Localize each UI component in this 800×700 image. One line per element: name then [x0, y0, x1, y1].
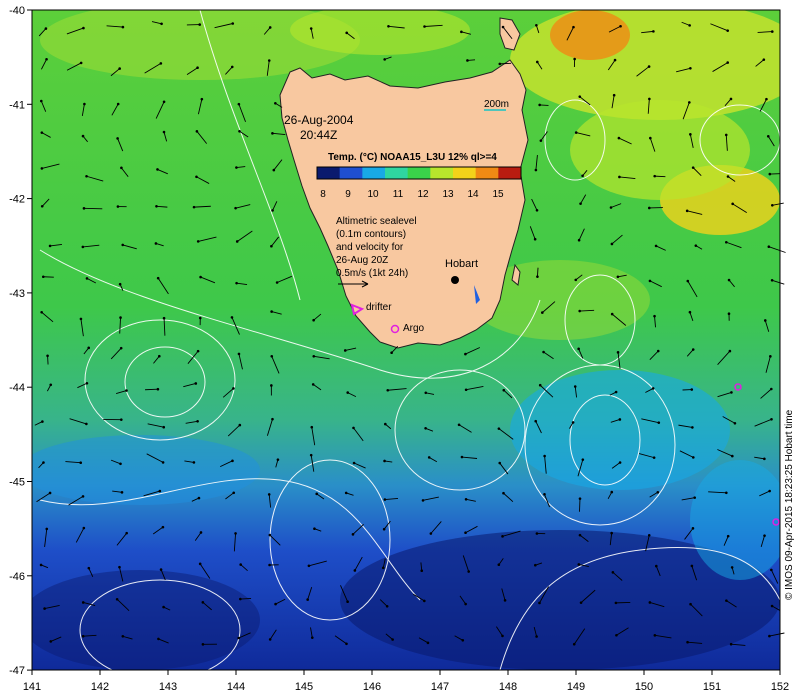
- x-tick-label: 147: [431, 681, 449, 693]
- colorbar-cell: [498, 167, 522, 179]
- velocity-arrow: [579, 498, 581, 512]
- colorbar-cell: [317, 167, 341, 179]
- longitude-axis: 141 142 143 144 145 146 147 148 149 150 151 152: [23, 670, 789, 693]
- legend-line-2: (0.1m contours): [336, 229, 406, 240]
- x-tick-label: 148: [499, 681, 517, 693]
- colorbar-cell: [362, 167, 386, 179]
- y-tick-label: -40: [9, 5, 25, 17]
- colorbar-cell: [407, 167, 431, 179]
- latitude-axis: -40 -41 -42 -43 -44 -45 -46 -47: [9, 5, 32, 677]
- drifter-label: drifter: [366, 302, 392, 313]
- x-tick-label: 145: [295, 681, 313, 693]
- legend-line-1: Altimetric sealevel: [336, 216, 417, 227]
- colorbar-tick-label: 13: [442, 189, 454, 200]
- colorbar-tick-label: 8: [320, 189, 326, 200]
- x-tick-label: 146: [363, 681, 381, 693]
- legend-line-5: 0.5m/s (1kt 24h): [336, 268, 408, 279]
- y-tick-label: -43: [9, 288, 25, 300]
- y-tick-label: -44: [9, 382, 25, 394]
- x-tick-label: 141: [23, 681, 41, 693]
- velocity-arrow: [536, 267, 539, 277]
- x-tick-label: 149: [567, 681, 585, 693]
- sst-map: 200m 26-Aug-2004 20:44Z Temp. (°C) NOAA1…: [9, 5, 795, 693]
- x-tick-label: 150: [635, 681, 653, 693]
- time-label: 20:44Z: [300, 128, 337, 142]
- y-tick-label: -45: [9, 477, 25, 489]
- x-tick-label: 143: [159, 681, 177, 693]
- x-tick-label: 144: [227, 681, 245, 693]
- y-tick-label: -47: [9, 665, 25, 677]
- colorbar-tick-label: 12: [417, 189, 429, 200]
- colorbar-tick-label: 9: [345, 189, 351, 200]
- isobath-label: 200m: [484, 99, 509, 110]
- hobart-label: Hobart: [445, 258, 478, 270]
- colorbar-cell: [430, 167, 454, 179]
- velocity-arrow: [654, 175, 666, 178]
- velocity-arrow: [499, 62, 512, 65]
- velocity-arrow: [240, 597, 252, 600]
- y-tick-label: -41: [9, 99, 25, 111]
- velocity-arrow: [145, 388, 158, 391]
- y-tick-label: -46: [9, 571, 25, 583]
- y-tick-label: -42: [9, 194, 25, 206]
- velocity-arrow: [539, 104, 549, 106]
- colorbar-tick-label: 11: [393, 189, 404, 200]
- legend-line-3: and velocity for: [336, 242, 404, 253]
- colorbar-cell: [453, 167, 477, 179]
- legend-line-4: 26-Aug 20Z: [336, 255, 388, 266]
- colorbar-cell: [385, 167, 409, 179]
- credit-text: © IMOS 09-Apr-2015 18:23:25 Hobart time: [784, 409, 795, 600]
- colorbar-cell: [475, 167, 499, 179]
- date-label: 26-Aug-2004: [284, 113, 354, 127]
- colorbar-tick-label: 15: [492, 189, 504, 200]
- x-tick-label: 142: [91, 681, 109, 693]
- colorbar-title: Temp. (°C) NOAA15_L3U 12% ql>=4: [328, 152, 497, 163]
- hobart-marker: [451, 276, 459, 284]
- argo-label: Argo: [403, 323, 425, 334]
- x-tick-label: 152: [771, 681, 789, 693]
- x-tick-label: 151: [703, 681, 721, 693]
- colorbar-tick-label: 10: [367, 189, 379, 200]
- velocity-arrow: [467, 59, 476, 61]
- colorbar-tick-label: 14: [467, 189, 479, 200]
- colorbar-cell: [339, 167, 363, 179]
